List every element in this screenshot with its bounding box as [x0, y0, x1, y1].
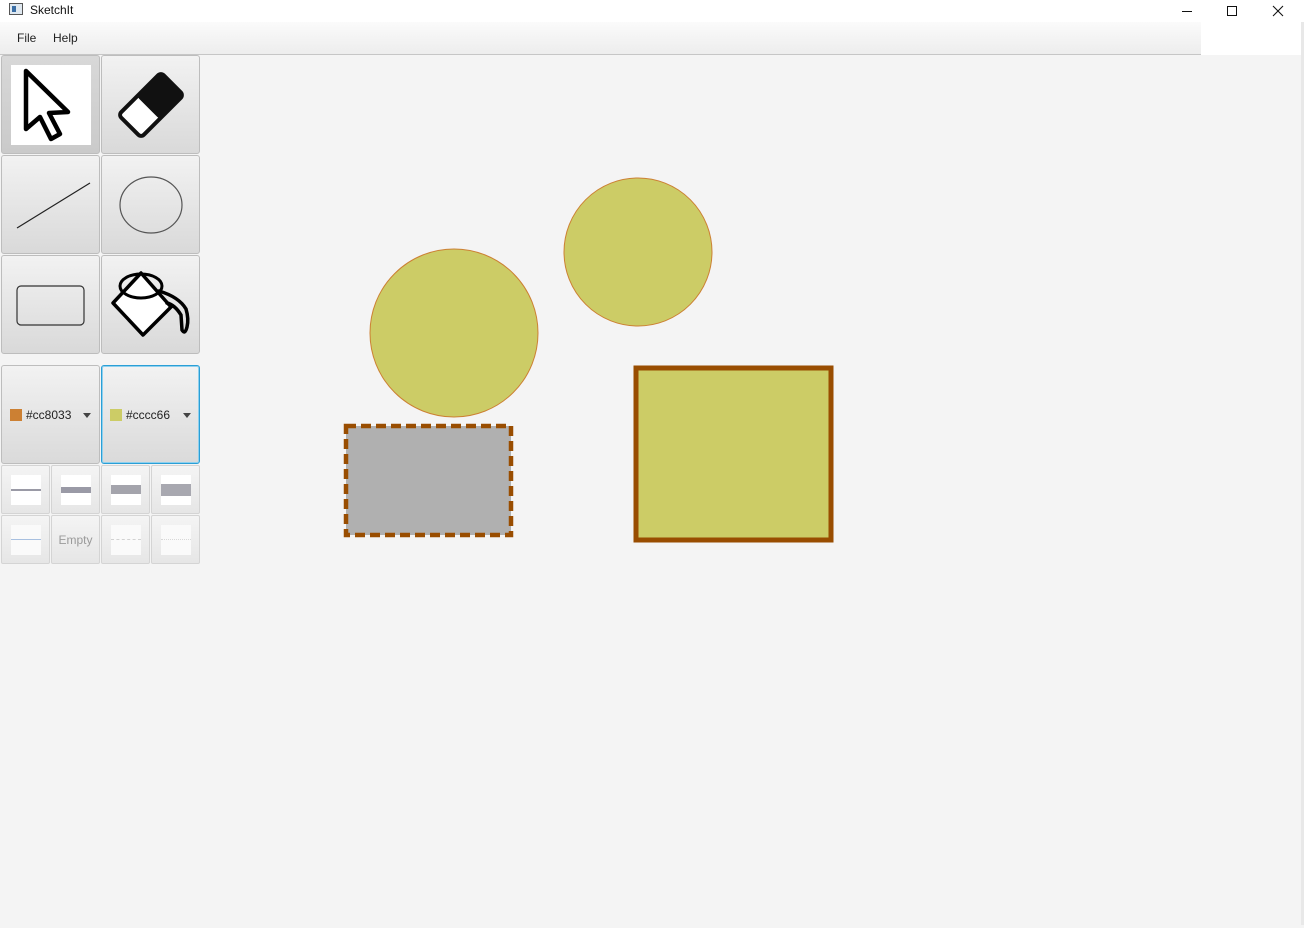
thickness-thick-button[interactable] [101, 465, 150, 514]
style-solid-button[interactable] [1, 515, 50, 564]
thin-line-icon [10, 488, 41, 491]
shape-circle-small[interactable] [563, 177, 713, 327]
menu-file[interactable]: File [17, 31, 36, 45]
rectangle-icon [15, 284, 85, 326]
rectangle-tool-button[interactable] [1, 255, 100, 354]
app-icon [9, 3, 23, 15]
dashed-line-icon [110, 538, 141, 540]
chevron-down-icon [183, 413, 191, 418]
fill-color-swatch [110, 409, 122, 421]
circle-icon [118, 175, 183, 234]
solid-line-icon [10, 538, 41, 540]
erase-tool-button[interactable] [101, 55, 200, 154]
minimize-icon [1182, 11, 1192, 12]
thickness-thickest-button[interactable] [151, 465, 200, 514]
circle-tool-button[interactable] [101, 155, 200, 254]
fill-color-label: #cccc66 [126, 408, 171, 422]
shape-rectangle-solid[interactable] [633, 365, 834, 543]
maximize-button[interactable] [1209, 0, 1255, 22]
cursor-arrow-icon [23, 68, 70, 141]
title-bar: SketchIt [0, 0, 1304, 22]
line-color-swatch [10, 409, 22, 421]
minimize-button[interactable] [1164, 0, 1210, 22]
paint-bucket-icon [110, 270, 190, 337]
fill-tool-button[interactable] [101, 255, 200, 354]
empty-label: Empty [58, 532, 93, 547]
menu-bar: File Help [0, 22, 1201, 55]
thickness-medium-button[interactable] [51, 465, 100, 514]
thickness-thin-button[interactable] [1, 465, 50, 514]
select-tool-button[interactable] [1, 55, 100, 154]
maximize-icon [1227, 6, 1237, 16]
dotted-line-icon [160, 538, 191, 540]
drawing-canvas[interactable] [201, 55, 1301, 925]
shape-rectangle-dashed[interactable] [343, 423, 514, 538]
style-dotted-button[interactable] [151, 515, 200, 564]
line-tool-button[interactable] [1, 155, 100, 254]
thick-line-icon [110, 484, 141, 494]
thickest-line-icon [160, 483, 191, 496]
style-empty-button[interactable]: Empty [51, 515, 100, 564]
eraser-icon [117, 71, 184, 138]
window-title: SketchIt [30, 3, 74, 17]
line-color-label: #cc8033 [26, 408, 72, 422]
canvas-svg [343, 177, 834, 543]
chevron-down-icon [83, 413, 91, 418]
medium-line-icon [60, 486, 91, 493]
menu-help[interactable]: Help [53, 31, 78, 45]
close-button[interactable] [1255, 0, 1301, 22]
line-icon [16, 181, 90, 229]
close-icon [1272, 5, 1284, 17]
style-dashed-button[interactable] [101, 515, 150, 564]
fill-color-picker[interactable]: #cccc66 [101, 365, 200, 464]
window-background [1201, 22, 1304, 55]
shape-circle-large[interactable] [369, 248, 539, 418]
select-tool-icon-background [10, 64, 91, 145]
line-color-picker[interactable]: #cc8033 [1, 365, 100, 464]
